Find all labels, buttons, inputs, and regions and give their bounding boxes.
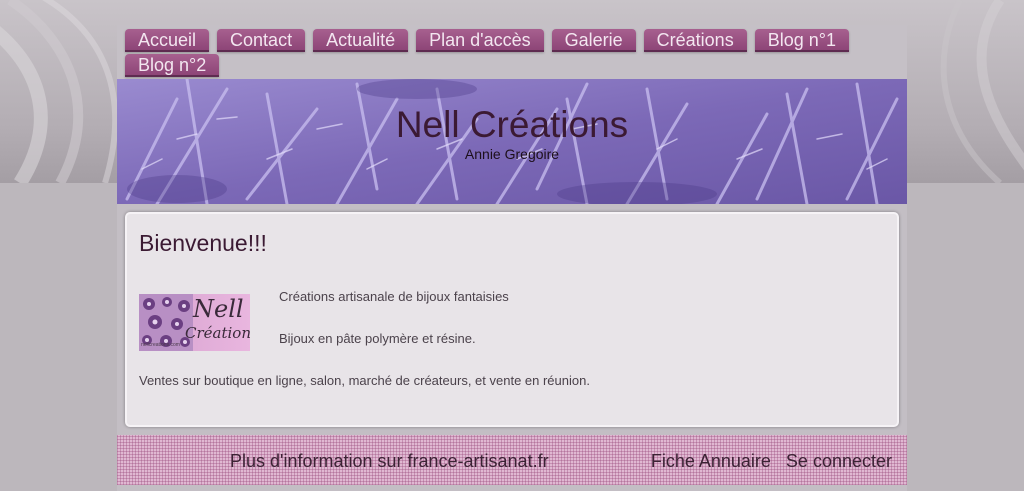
nell-creations-logo: Nell Créations nellcreations.com [139,294,250,351]
site-subtitle: Annie Gregoire [464,146,560,162]
page-container: Accueil Contact Actualité Plan d'accès G… [117,25,907,491]
nav-item-galerie[interactable]: Galerie [551,29,636,52]
logo-line-1: Nell [193,295,244,323]
login-link[interactable]: Se connecter [786,451,892,471]
nav-item-actualite[interactable]: Actualité [313,29,409,52]
france-artisanat-link[interactable]: Plus d'information sur france-artisanat.… [230,451,549,472]
header-banner: Nell Créations Annie Gregoire [117,79,907,204]
logo-line-2: Créations [185,324,250,342]
nav-item-accueil[interactable]: Accueil [125,29,210,52]
footer-links: Fiche Annuaire Se connecter [651,451,892,472]
nav-item-creations[interactable]: Créations [643,29,747,52]
intro-line-3: Ventes sur boutique en ligne, salon, mar… [139,373,590,388]
nav-row-1: Accueil Contact Actualité Plan d'accès G… [125,29,907,54]
nav-item-blog-1[interactable]: Blog n°1 [754,29,849,52]
nav-item-plan-acces[interactable]: Plan d'accès [416,29,544,52]
welcome-title: Bienvenue!!! [139,230,267,256]
fiche-annuaire-link[interactable]: Fiche Annuaire [651,451,771,471]
site-title: Nell Créations [395,104,629,145]
intro-line-2: Bijoux en pâte polymère et résine. [279,331,476,346]
footer-bar: Plus d'information sur france-artisanat.… [117,435,907,485]
nav-row-2: Blog n°2 [125,54,907,79]
nav-item-blog-2[interactable]: Blog n°2 [125,54,220,77]
nav-item-contact[interactable]: Contact [217,29,306,52]
main-nav: Accueil Contact Actualité Plan d'accès G… [117,25,907,79]
intro-line-1: Créations artisanale de bijoux fantaisie… [279,289,509,304]
logo-url: nellcreations.com [141,342,180,348]
welcome-panel: Bienvenue!!! Nell Créations nellcreation… [125,212,899,427]
